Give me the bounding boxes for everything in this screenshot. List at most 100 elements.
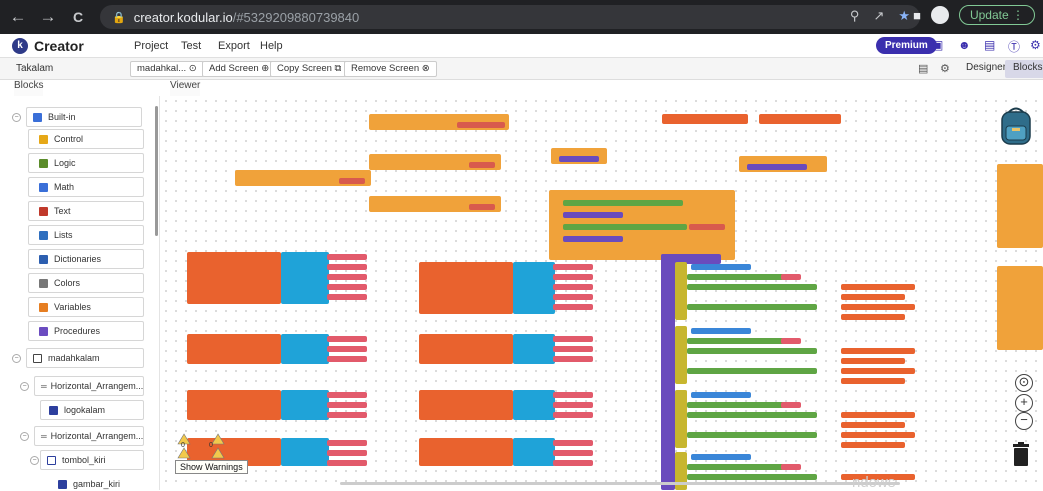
reload-icon[interactable]: C [66, 9, 90, 25]
event-block-partial[interactable] [997, 266, 1043, 350]
event-block-partial[interactable] [997, 164, 1043, 248]
event-block[interactable] [551, 148, 607, 164]
screen-select[interactable]: madahkal... ⊙ [130, 61, 204, 77]
component-node[interactable]: ═ Horizontal_Arrangem... [34, 426, 144, 446]
component-node[interactable]: tombol_kiri [40, 450, 144, 470]
remove-screen-button[interactable]: Remove Screen ⊗ [344, 61, 437, 77]
collapse-toggle-icon[interactable]: − [12, 354, 21, 363]
global-var-block[interactable] [662, 114, 748, 124]
if-block[interactable] [675, 262, 687, 320]
settings-gear-icon[interactable]: ⚙ [940, 62, 950, 75]
menu-project[interactable]: Project [134, 40, 168, 52]
menu-export[interactable]: Export [218, 40, 250, 52]
drawer-procedures[interactable]: Procedures [28, 321, 144, 341]
lock-icon: 🔒 [112, 11, 126, 24]
forward-icon[interactable]: → [36, 7, 60, 27]
profile-avatar[interactable] [930, 6, 949, 24]
bookmark-star-icon[interactable]: ★ [898, 8, 910, 24]
make-list-block[interactable] [513, 334, 555, 364]
blocks-workspace[interactable] [161, 96, 1043, 490]
event-block[interactable] [369, 196, 501, 212]
get-global-block [841, 422, 905, 428]
menu-help[interactable]: Help [260, 40, 283, 52]
drawer-text[interactable]: Text [28, 201, 144, 221]
text-literal [553, 402, 593, 408]
screen-node[interactable]: madahkalam [26, 348, 144, 368]
procedure-header[interactable] [661, 254, 721, 264]
palette-icon[interactable]: ▤ [918, 62, 928, 75]
init-global-list[interactable] [419, 438, 513, 466]
recenter-icon[interactable]: ⊙ [1015, 374, 1033, 392]
search-icon[interactable]: ⚲ [850, 8, 860, 24]
init-global-list[interactable] [187, 334, 281, 364]
docs-icon[interactable]: ▤ [984, 38, 995, 52]
trash-icon[interactable] [1011, 442, 1031, 466]
init-global-list[interactable] [419, 262, 513, 314]
menu-test[interactable]: Test [181, 40, 201, 52]
drawer-variables[interactable]: Variables [28, 297, 144, 317]
drawer-lists[interactable]: Lists [28, 225, 144, 245]
init-global-list[interactable] [419, 334, 513, 364]
drawer-label: Logic [54, 158, 76, 168]
set-block [687, 412, 817, 418]
premium-button[interactable]: Premium [876, 37, 937, 54]
show-warnings-tooltip[interactable]: Show Warnings [175, 460, 248, 474]
event-block-large[interactable] [549, 190, 735, 260]
component-node[interactable]: logokalam [40, 400, 144, 420]
tab-search-icon[interactable]: ■ [913, 8, 921, 23]
drawer-colors[interactable]: Colors [28, 273, 144, 293]
account-icon[interactable]: ⚙ [1030, 38, 1041, 52]
collapse-toggle-icon[interactable]: − [12, 113, 21, 122]
init-global-list[interactable] [187, 390, 281, 420]
global-var-block[interactable] [759, 114, 841, 124]
procedure-block[interactable] [661, 254, 675, 490]
tab-blocks[interactable]: Blocks [1005, 60, 1043, 78]
event-block[interactable] [369, 114, 509, 130]
text-literal [553, 460, 593, 466]
drawer-math[interactable]: Math [28, 177, 144, 197]
add-screen-button[interactable]: Add Screen ⊕ [202, 61, 277, 77]
make-list-block[interactable] [513, 262, 555, 314]
make-list-block[interactable] [281, 390, 329, 420]
init-global-list[interactable] [187, 252, 281, 304]
component-label: gambar_kiri [73, 479, 121, 489]
device-icon[interactable]: ▣ [932, 38, 943, 52]
component-node[interactable]: gambar_kiri [52, 474, 148, 490]
make-list-block[interactable] [281, 252, 329, 304]
companion-icon[interactable]: ☻ [958, 38, 971, 52]
screen-icon [33, 353, 42, 363]
if-block[interactable] [675, 326, 687, 384]
event-block[interactable] [739, 156, 827, 172]
update-button[interactable]: Update ⋮ [958, 5, 1035, 25]
get-global-block [841, 378, 905, 384]
back-icon[interactable]: ← [6, 7, 30, 27]
event-block[interactable] [369, 154, 501, 170]
component-node[interactable]: ═ Horizontal_Arrangem... [34, 376, 144, 396]
drawer-control[interactable]: Control [28, 129, 144, 149]
if-block[interactable] [675, 390, 687, 448]
address-bar[interactable]: 🔒 creator.kodular.io/#5329209880739840 ⚲… [100, 5, 920, 29]
collapse-toggle-icon[interactable]: − [20, 432, 29, 441]
drawer-logic[interactable]: Logic [28, 153, 144, 173]
builtin-node[interactable]: Built-in [26, 107, 142, 127]
init-global-list[interactable] [419, 390, 513, 420]
make-list-block[interactable] [513, 438, 555, 466]
zoom-out-icon[interactable]: − [1015, 412, 1033, 430]
share-icon[interactable]: ↗ [873, 8, 884, 24]
make-list-block[interactable] [281, 438, 329, 466]
text-literal [553, 294, 593, 300]
collapse-toggle-icon[interactable]: − [30, 456, 39, 465]
sidebar-scrollbar[interactable] [155, 106, 158, 236]
zoom-in-icon[interactable]: + [1015, 394, 1033, 412]
text-literal [553, 274, 593, 280]
drawer-dictionaries[interactable]: Dictionaries [28, 249, 144, 269]
make-list-block[interactable] [281, 334, 329, 364]
make-list-block[interactable] [513, 390, 555, 420]
workspace-scrollbar[interactable] [340, 482, 900, 485]
dollar-icon[interactable]: Ⓣ [1008, 38, 1020, 55]
event-block[interactable] [235, 170, 371, 186]
remove-screen-label: Remove Screen [351, 63, 420, 74]
copy-screen-button[interactable]: Copy Screen ⧉ [270, 61, 349, 77]
backpack-icon[interactable] [996, 104, 1036, 146]
collapse-toggle-icon[interactable]: − [20, 382, 29, 391]
